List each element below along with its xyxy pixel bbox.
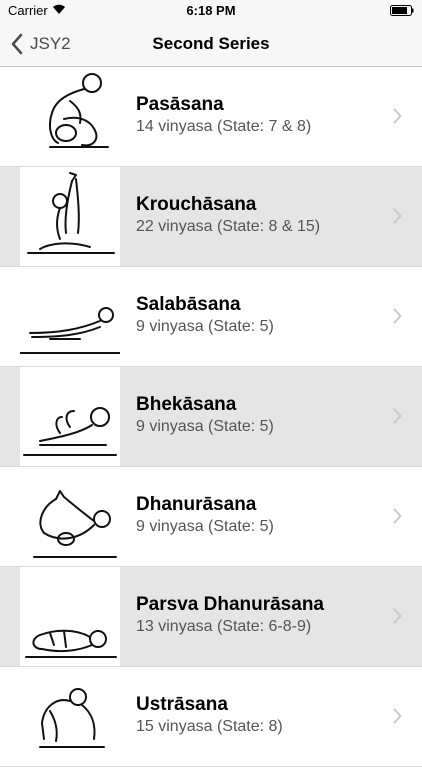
asana-name: Salabāsana [136, 294, 241, 315]
list-item[interactable]: Bhekāsana 9 vinyasa (State: 5) [0, 367, 422, 467]
asana-detail: 9 vinyasa (State: 5) [136, 418, 274, 435]
asana-detail: 13 vinyasa (State: 6-8-9) [136, 618, 312, 635]
list-item[interactable]: Ustrāsana 15 vinyasa (State: 8) [0, 667, 422, 767]
chevron-right-icon [393, 308, 402, 324]
asana-detail: 15 vinyasa (State: 8) [136, 718, 283, 735]
list-item[interactable]: Salabāsana 9 vinyasa (State: 5) [0, 267, 422, 367]
asana-detail: 22 vinyasa (State: 8 & 15) [136, 218, 321, 235]
status-bar: Carrier 6:18 PM [0, 0, 422, 22]
chevron-right-icon [393, 708, 402, 724]
pasasana-figure-icon [20, 67, 120, 166]
clock: 6:18 PM [186, 3, 236, 18]
chevron-right-icon [393, 208, 402, 224]
chevron-right-icon [393, 108, 402, 124]
battery-icon [390, 5, 414, 16]
asana-detail: 14 vinyasa (State: 7 & 8) [136, 118, 312, 135]
dhanurasana-figure-icon [20, 467, 120, 566]
asana-name: Dhanurāsana [136, 494, 257, 515]
page-title: Second Series [152, 34, 270, 53]
chevron-right-icon [393, 408, 402, 424]
list-item[interactable]: Pasāsana 14 vinyasa (State: 7 & 8) [0, 67, 422, 167]
parsva-dhanurasana-figure-icon [20, 567, 120, 666]
list-item[interactable]: Dhanurāsana 9 vinyasa (State: 5) [0, 467, 422, 567]
list-item[interactable]: Krouchāsana 22 vinyasa (State: 8 & 15) [0, 167, 422, 267]
ustrasana-figure-icon [20, 667, 120, 766]
bhekasana-figure-icon [20, 367, 120, 466]
asana-name: Parsva Dhanurāsana [136, 594, 324, 615]
asana-name: Krouchāsana [136, 194, 257, 215]
asana-list: Pasāsana 14 vinyasa (State: 7 & 8) Krouc… [0, 67, 422, 767]
chevron-right-icon [393, 608, 402, 624]
krouchasana-figure-icon [20, 167, 120, 266]
salabasana-figure-icon [20, 267, 120, 366]
navigation-bar: JSY2 Second Series [0, 22, 422, 67]
asana-name: Ustrāsana [136, 694, 228, 715]
chevron-right-icon [393, 508, 402, 524]
asana-detail: 9 vinyasa (State: 5) [136, 318, 274, 335]
asana-name: Bhekāsana [136, 394, 237, 415]
asana-name: Pasāsana [136, 94, 224, 115]
list-item[interactable]: Parsva Dhanurāsana 13 vinyasa (State: 6-… [0, 567, 422, 667]
asana-detail: 9 vinyasa (State: 5) [136, 518, 274, 535]
